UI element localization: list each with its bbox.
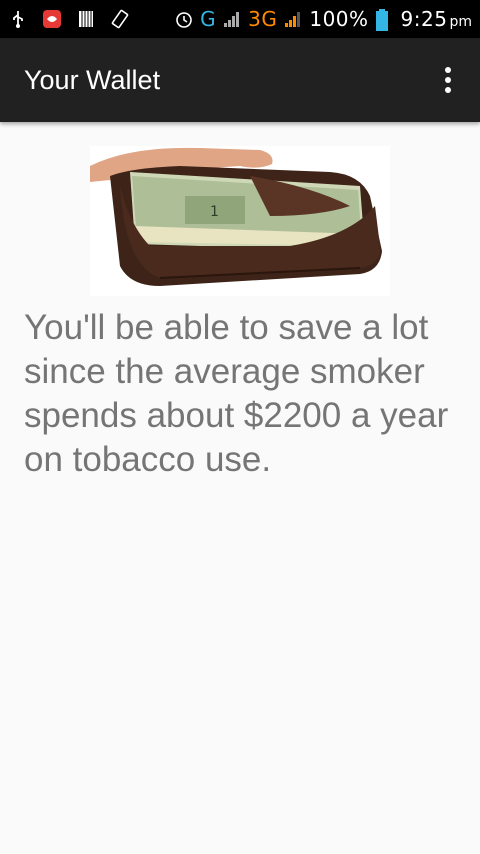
overflow-dot: [445, 87, 451, 93]
savings-message: You'll be able to save a lot since the a…: [24, 308, 449, 479]
alarm-icon: [174, 9, 194, 29]
rotate-icon: [110, 9, 130, 29]
clock-ampm: pm: [449, 14, 472, 30]
overflow-dot: [445, 67, 451, 73]
signal-icon: [222, 9, 242, 29]
network-3g-label: 3G: [248, 7, 278, 31]
usb-icon: [8, 9, 28, 29]
more-vert-icon[interactable]: [424, 56, 472, 104]
signal-3g-icon: [283, 9, 303, 29]
overflow-dot: [445, 77, 451, 83]
battery-percent: 100%: [309, 7, 369, 31]
network-type-label: G: [200, 7, 217, 31]
clock: 9:25 pm: [401, 7, 472, 31]
storage-icon: [76, 9, 96, 29]
app-notification-icon: [42, 9, 62, 29]
page-title: Your Wallet: [24, 64, 161, 95]
app-bar: Your Wallet: [0, 38, 480, 122]
battery-icon: [375, 9, 395, 31]
status-bar: G 3G 100% 9:25 pm: [0, 0, 480, 38]
clock-time: 9:25: [400, 7, 448, 31]
svg-text:1: 1: [210, 204, 219, 220]
main-content: 1 You'll be able to save a lot since the…: [0, 122, 480, 482]
wallet-with-cash-image: 1: [90, 146, 390, 296]
